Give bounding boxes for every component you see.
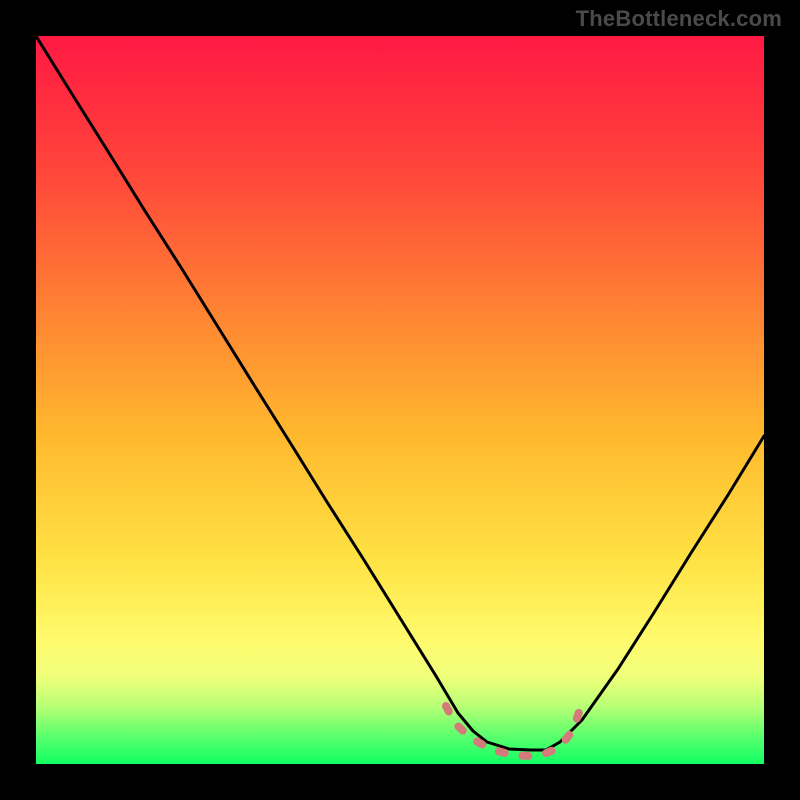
gradient-top-color: #ff1a44 xyxy=(0,0,1,1)
chart-stage: TheBottleneck.com #ff1a44 #12ff63 xyxy=(0,0,800,800)
bottleneck-curve xyxy=(36,36,764,750)
gradient-bottom-color: #12ff63 xyxy=(0,0,1,1)
plot-area xyxy=(36,36,764,764)
curve-layer xyxy=(36,36,764,764)
watermark-text: TheBottleneck.com xyxy=(576,6,782,32)
